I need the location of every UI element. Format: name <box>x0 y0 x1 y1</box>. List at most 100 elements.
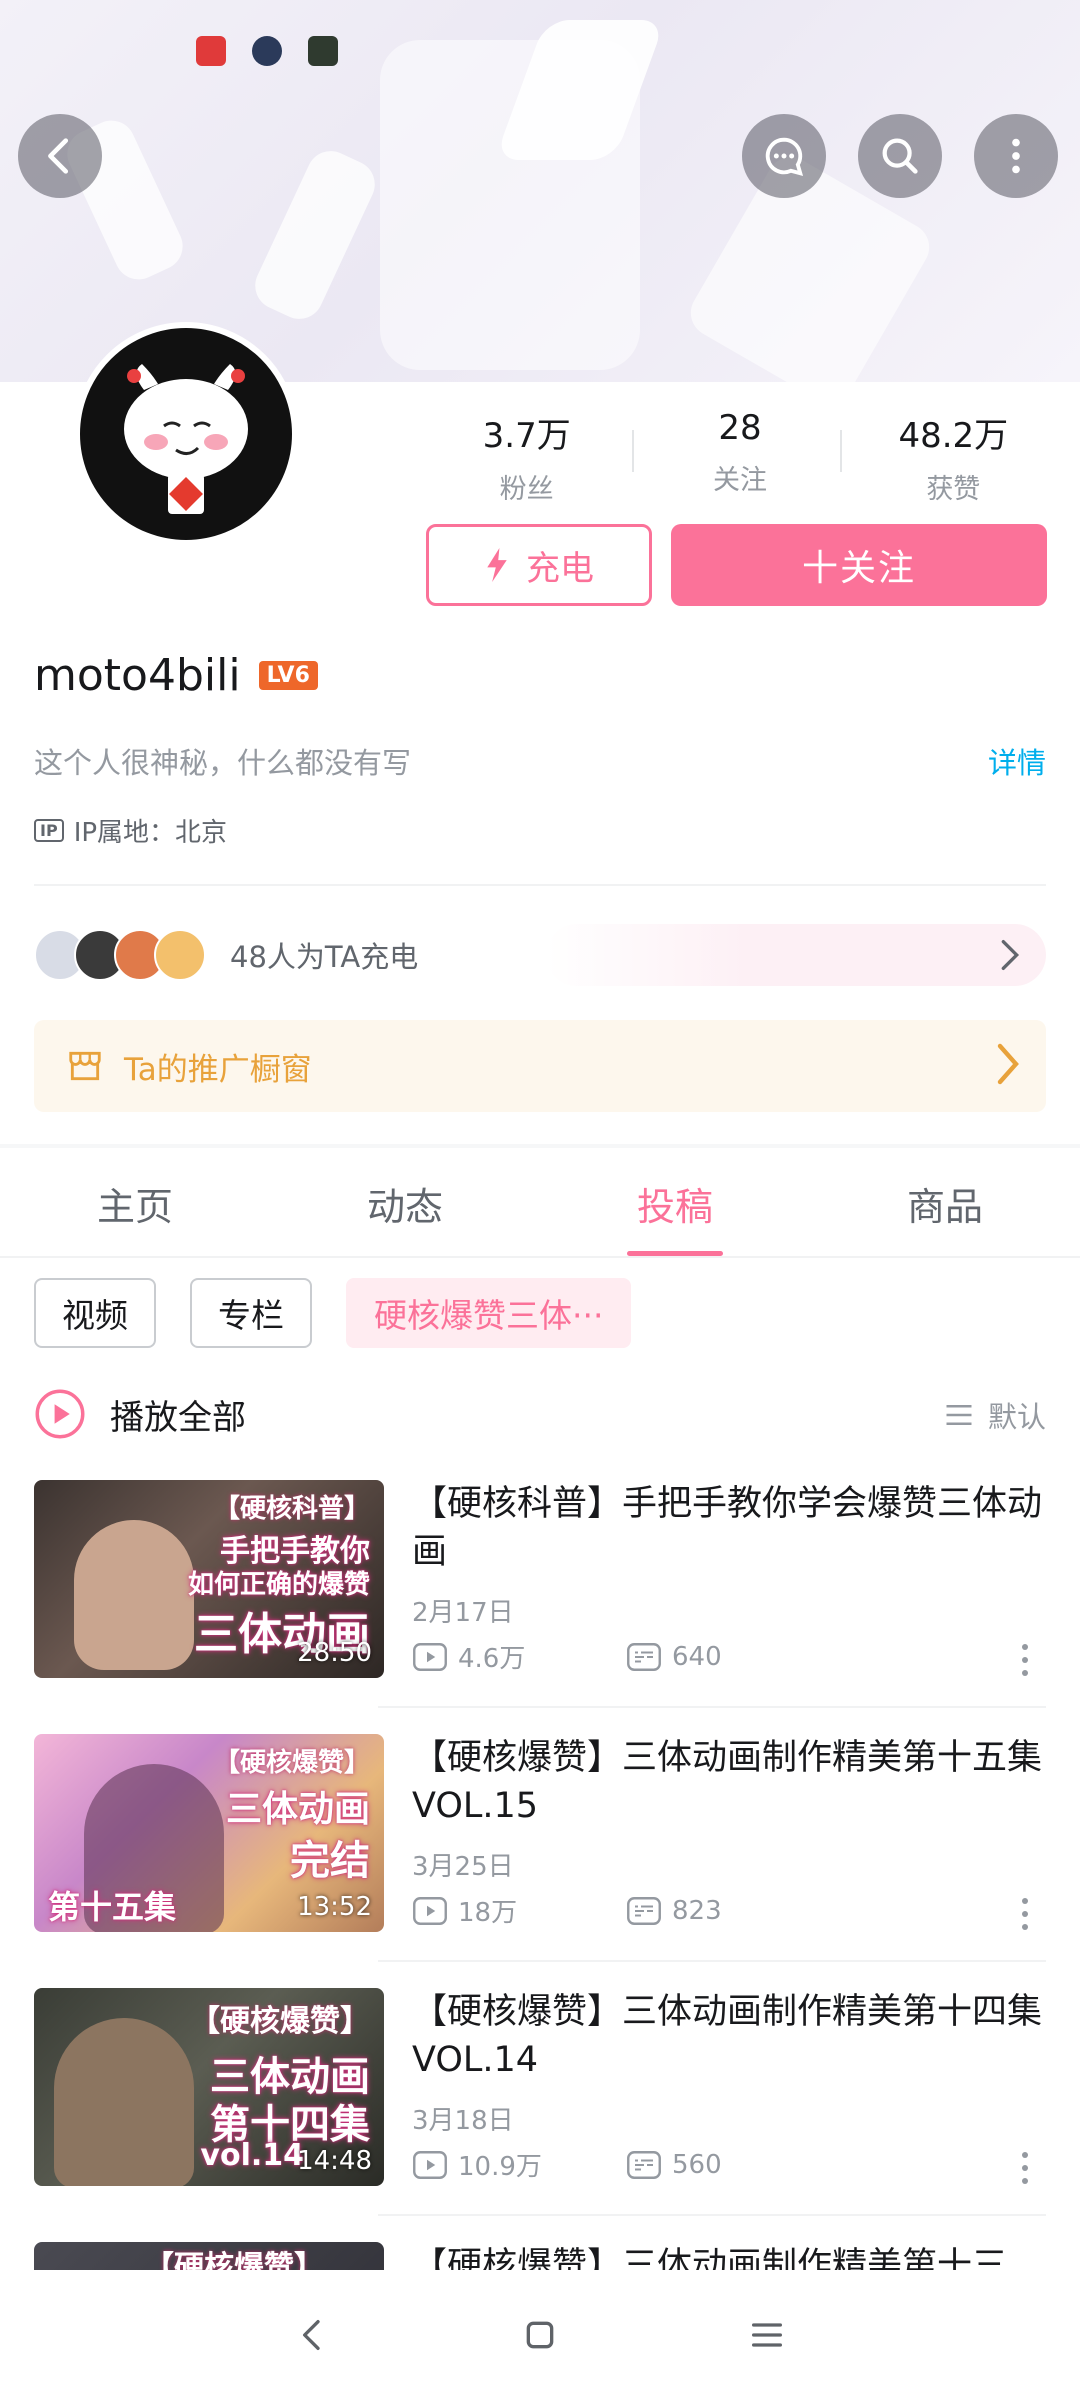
more-icon[interactable] <box>1022 1898 1028 1930</box>
nav-back-icon[interactable] <box>293 2315 333 2355</box>
comment-count: 560 <box>626 2150 840 2180</box>
video-thumbnail[interactable]: 【硬核爆赞】 <box>34 2242 384 2270</box>
username: moto4bili <box>34 650 241 701</box>
bio: 这个人很神秘，什么都没有写 <box>34 746 412 780</box>
view-count: 4.6万 <box>412 1638 626 1675</box>
more-button[interactable] <box>974 114 1058 198</box>
chevron-right-icon <box>1001 940 1020 970</box>
ip-label: IP属地：北京 <box>73 818 228 848</box>
profile-stats: 3.7万 粉丝 28 关注 48.2万 获赞 <box>420 408 1060 506</box>
play-count-icon <box>413 2150 447 2179</box>
video-item[interactable]: 【硬核爆赞】 三体动画 完结 第十五集 13:52 【硬核爆赞】三体动画制作精美… <box>34 1734 1046 1934</box>
thumbnail-text: 第十五集 <box>48 1888 177 1926</box>
play-circle-icon <box>35 1389 85 1439</box>
more-icon[interactable] <box>1022 1644 1028 1676</box>
video-item[interactable]: 【硬核爆赞】 三体动画 第十四集 vol.14 14:48 【硬核爆赞】三体动画… <box>34 1988 1046 2188</box>
avatar-image <box>124 364 248 514</box>
chargers-pill-bg <box>546 924 1046 986</box>
more-icon[interactable] <box>1022 2152 1028 2184</box>
username-row: moto4bili LV6 <box>34 650 318 701</box>
stat-label: 粉丝 <box>499 474 554 505</box>
nav-menu-icon[interactable] <box>747 2315 787 2355</box>
back-button[interactable] <box>18 114 102 198</box>
nav-home-icon[interactable] <box>520 2315 560 2355</box>
comment-count-value: 640 <box>672 1641 722 1672</box>
stat-value: 48.2万 <box>898 416 1009 456</box>
view-count-value: 10.9万 <box>458 2152 542 2182</box>
video-title: 【硬核爆赞】三体动画制作精美第十五集VOL.15 <box>412 1738 1043 1826</box>
thumbnail-text: vol.14 <box>200 2138 304 2173</box>
charge-button[interactable]: 充电 <box>426 524 652 606</box>
video-title: 【硬核科普】手把手教你学会爆赞三体动画 <box>412 1484 1043 1572</box>
divider <box>34 884 1046 886</box>
shop-window-label: Ta的推广橱窗 <box>124 1051 312 1088</box>
thumbnail-text: 如何正确的爆赞 <box>187 1570 370 1600</box>
banner-decoration <box>247 143 383 327</box>
comment-count: 823 <box>626 1896 840 1926</box>
netease-music-icon <box>196 36 226 66</box>
tab-home[interactable]: 主页 <box>0 1150 270 1256</box>
divider <box>378 1706 1046 1708</box>
search-button[interactable] <box>858 114 942 198</box>
stat-value: 3.7万 <box>482 416 571 456</box>
comment-count: 640 <box>626 1642 840 1672</box>
video-meta: 10.9万 560 <box>412 2146 840 2183</box>
video-item[interactable]: 【硬核爆赞】 【硬核爆赞】三体动画制作精美第十三 <box>34 2242 1046 2270</box>
chip-series[interactable]: 硬核爆赞三体··· <box>346 1278 632 1348</box>
avatar[interactable] <box>74 322 298 546</box>
video-duration: 14:48 <box>297 2146 372 2176</box>
thumbnail-figure <box>54 2018 194 2186</box>
play-all-row[interactable]: 播放全部 默认 <box>34 1386 1046 1442</box>
message-icon <box>765 137 804 176</box>
stat-likes[interactable]: 48.2万 获赞 <box>847 408 1060 506</box>
chargers-row[interactable]: 48人为TA充电 <box>34 924 1046 986</box>
status-bar-icons <box>196 36 338 66</box>
charge-label: 充电 <box>526 548 594 589</box>
stat-label: 获赞 <box>926 474 981 505</box>
stat-label: 关注 <box>712 465 767 496</box>
lightning-icon <box>487 548 507 582</box>
sort-label: 默认 <box>987 1400 1046 1434</box>
view-count-value: 4.6万 <box>458 1644 526 1674</box>
more-vertical-icon <box>1012 138 1020 174</box>
shop-window-row[interactable]: Ta的推广橱窗 <box>34 1020 1046 1112</box>
stat-value: 28 <box>718 408 762 448</box>
video-thumbnail[interactable]: 【硬核爆赞】 三体动画 完结 第十五集 13:52 <box>34 1734 384 1932</box>
follow-label: 十关注 <box>801 548 916 589</box>
tab-dynamics[interactable]: 动态 <box>270 1150 540 1256</box>
thumbnail-text: 完结 <box>290 1838 370 1884</box>
video-title: 【硬核爆赞】三体动画制作精美第十三 <box>412 2246 1008 2270</box>
danmaku-icon <box>627 2150 661 2179</box>
thumbnail-tag: 【硬核爆赞】 <box>213 1748 370 1778</box>
danmaku-icon <box>627 1896 661 1925</box>
divider <box>378 2214 1046 2216</box>
tab-uploads[interactable]: 投稿 <box>540 1150 810 1256</box>
chip-column[interactable]: 专栏 <box>190 1278 312 1348</box>
view-count: 10.9万 <box>412 2146 626 2183</box>
danmaku-icon <box>627 1642 661 1671</box>
ip-icon: IP <box>34 819 64 842</box>
app-icon <box>252 36 282 66</box>
profile-tabs: 主页 动态 投稿 商品 <box>0 1150 1080 1258</box>
stat-following[interactable]: 28 关注 <box>633 408 846 506</box>
message-button[interactable] <box>742 114 826 198</box>
play-all-label: 播放全部 <box>110 1397 246 1438</box>
tab-goods[interactable]: 商品 <box>810 1150 1080 1256</box>
app-icon <box>308 36 338 66</box>
search-icon <box>882 138 918 174</box>
divider <box>840 430 842 472</box>
detail-link[interactable]: 详情 <box>988 740 1046 782</box>
level-badge: LV6 <box>258 661 318 690</box>
sort-button[interactable]: 默认 <box>944 1394 1046 1436</box>
play-count-icon <box>413 1896 447 1925</box>
chip-video[interactable]: 视频 <box>34 1278 156 1348</box>
ip-location: IP IP属地：北京 <box>34 812 227 849</box>
follow-button[interactable]: 十关注 <box>671 524 1047 606</box>
charger-avatars <box>34 929 206 981</box>
stat-followers[interactable]: 3.7万 粉丝 <box>420 408 633 506</box>
video-thumbnail[interactable]: 【硬核爆赞】 三体动画 第十四集 vol.14 14:48 <box>34 1988 384 2186</box>
video-item[interactable]: 【硬核科普】 手把手教你 如何正确的爆赞 三体动画 28:50 【硬核科普】手把… <box>34 1480 1046 1680</box>
video-duration: 28:50 <box>297 1638 372 1668</box>
comment-count-value: 823 <box>672 1895 722 1926</box>
video-thumbnail[interactable]: 【硬核科普】 手把手教你 如何正确的爆赞 三体动画 28:50 <box>34 1480 384 1678</box>
